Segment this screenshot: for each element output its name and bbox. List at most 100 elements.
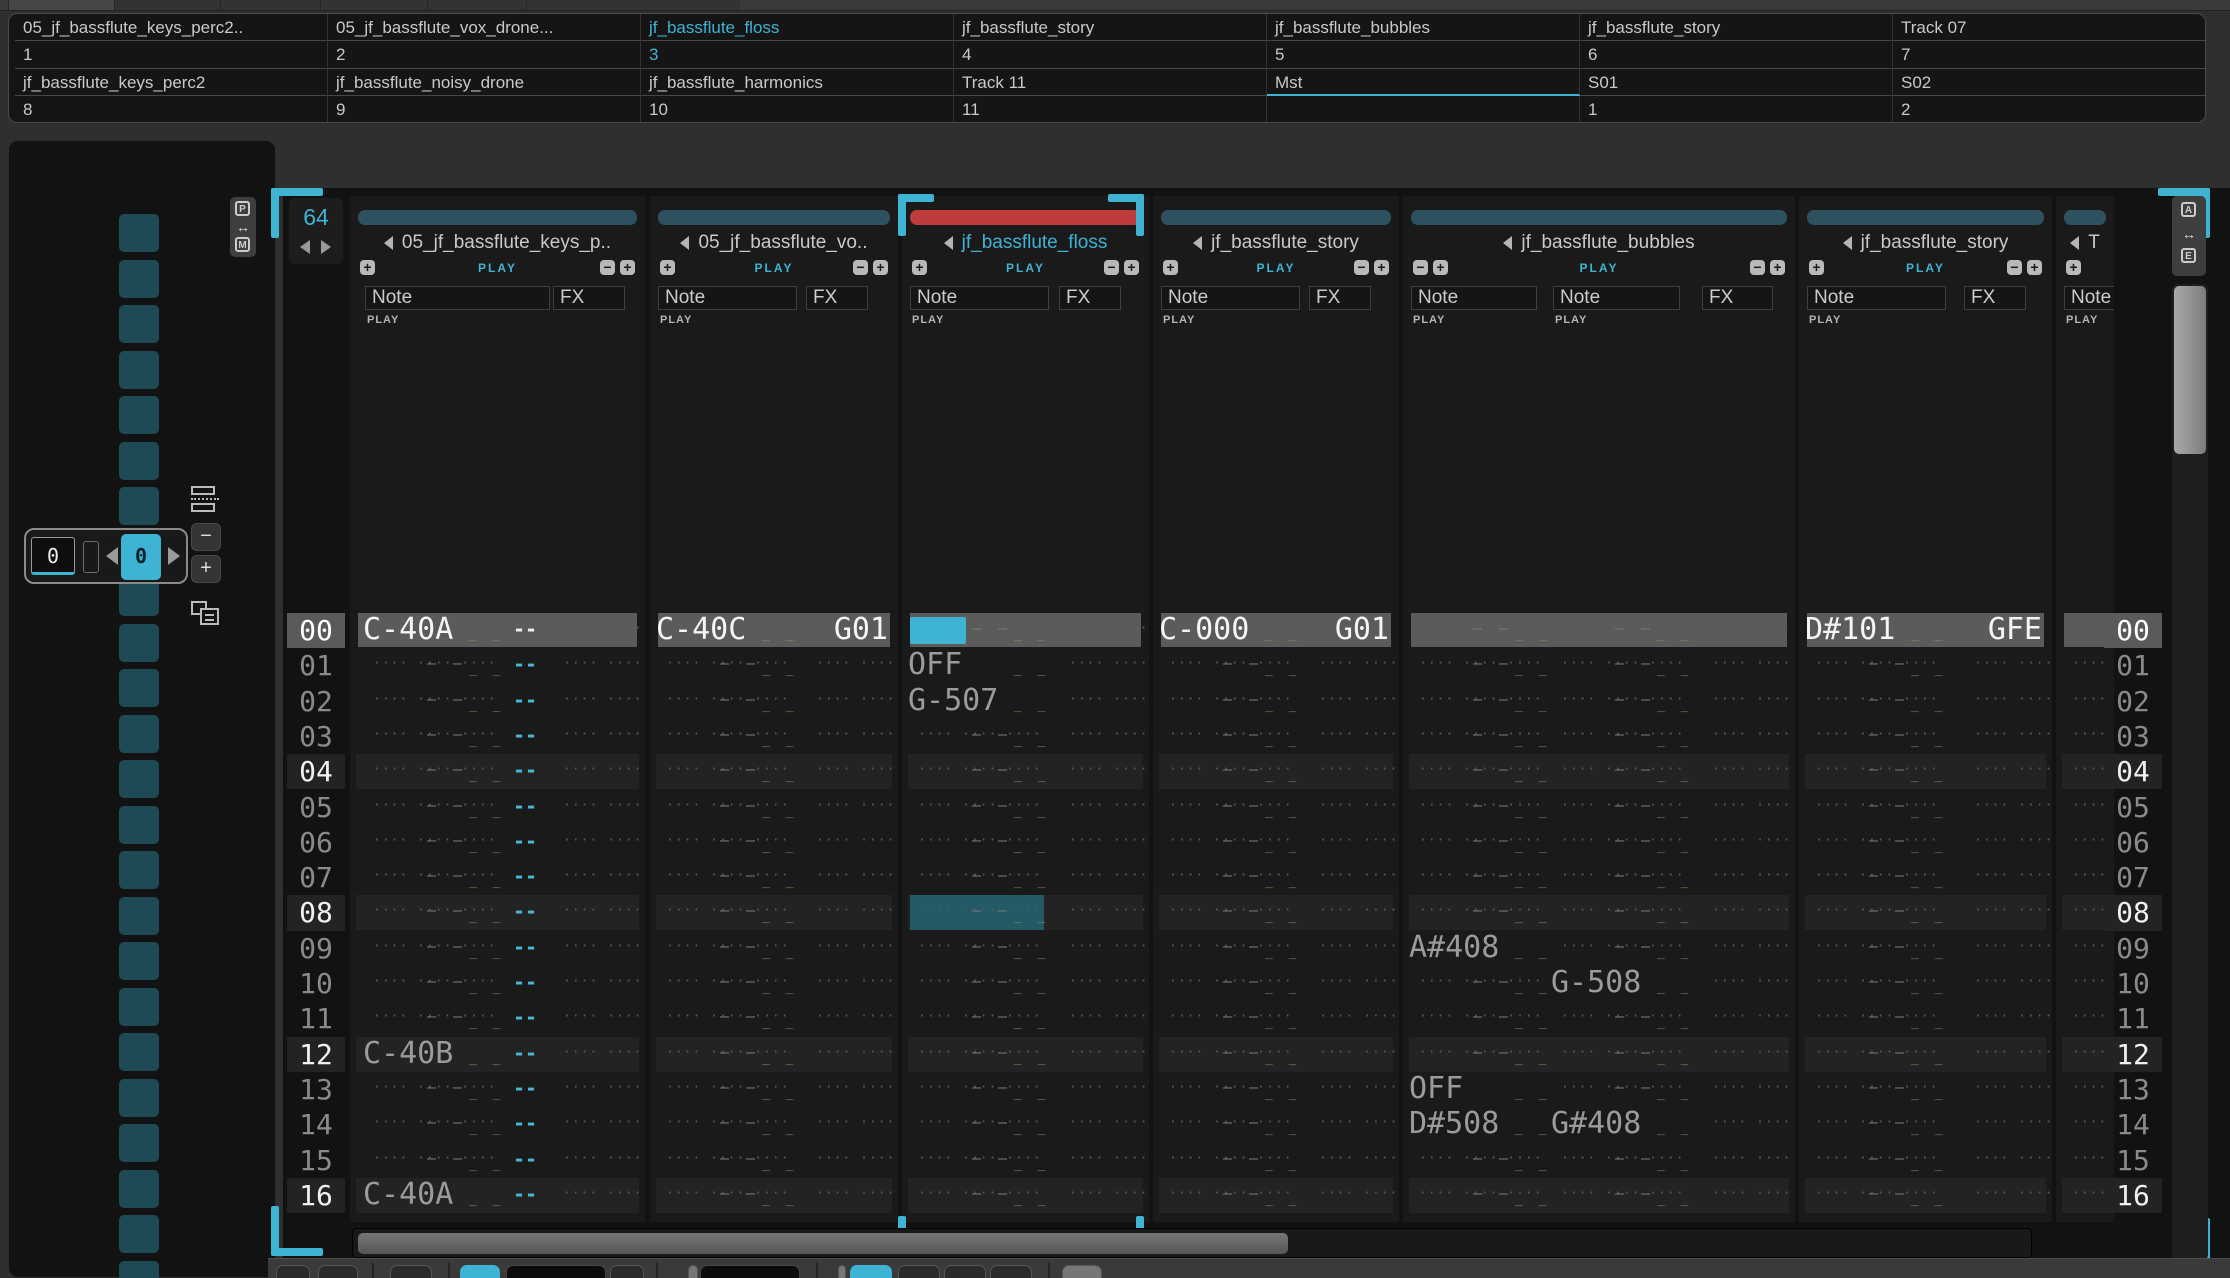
top-tab[interactable] <box>220 0 320 10</box>
remove-row-button[interactable]: − <box>191 523 221 551</box>
pattern-cell[interactable]: 1 <box>1580 96 1893 123</box>
toolbar-button[interactable] <box>276 1265 310 1278</box>
matrix-cell[interactable] <box>119 1033 159 1071</box>
matrix-cell[interactable] <box>119 351 159 389</box>
matrix-cell[interactable] <box>119 760 159 798</box>
pattern-cell[interactable]: jf_bassflute_bubbles <box>1267 14 1580 41</box>
track-color-bar[interactable] <box>1411 210 1787 225</box>
pattern-cell[interactable]: jf_bassflute_noisy_drone <box>328 69 641 96</box>
track-color-bar[interactable] <box>1807 210 2044 225</box>
pattern-cell[interactable]: 4 <box>954 41 1267 68</box>
top-tab[interactable] <box>427 0 526 10</box>
current-sequence-cell[interactable]: 0 <box>121 534 161 580</box>
range-box[interactable] <box>83 541 99 573</box>
row-number-left[interactable]: 06 <box>287 825 345 860</box>
top-tab[interactable] <box>320 0 427 10</box>
matrix-cell[interactable] <box>119 851 159 889</box>
row-number-right[interactable]: 16 <box>2104 1178 2162 1213</box>
loop-start-input[interactable]: 0 <box>31 537 75 575</box>
horizontal-scrollbar[interactable] <box>352 1228 2032 1258</box>
toolbar-button[interactable] <box>318 1265 358 1278</box>
pattern-cell[interactable]: 1 <box>15 41 328 68</box>
pattern-matrix-link-toggle[interactable]: P↔M <box>230 197 256 257</box>
track-color-bar[interactable] <box>910 210 1141 225</box>
matrix-cell[interactable] <box>119 1261 159 1278</box>
step-back-button[interactable] <box>106 547 118 565</box>
next-pattern-button[interactable] <box>321 240 331 254</box>
top-tab[interactable] <box>114 0 220 10</box>
row-number-right[interactable]: 10 <box>2104 966 2162 1001</box>
add-column-button[interactable]: + <box>1770 260 1785 275</box>
pattern-cell[interactable]: Mst <box>1267 69 1580 96</box>
row-number-left[interactable]: 01 <box>287 648 345 683</box>
note-column-header[interactable]: Note <box>365 286 550 310</box>
collapse-track-icon[interactable] <box>384 236 393 250</box>
editor-link-toggle[interactable]: A↔E <box>2172 196 2206 276</box>
toolbar-button[interactable] <box>610 1265 644 1278</box>
note-column-header[interactable]: Note <box>1807 286 1946 310</box>
row-number-right[interactable]: 08 <box>2104 895 2162 930</box>
remove-column-button[interactable]: − <box>1104 260 1119 275</box>
row-number-right[interactable]: 09 <box>2104 931 2162 966</box>
track-color-bar[interactable] <box>658 210 890 225</box>
matrix-cell[interactable] <box>119 988 159 1026</box>
add-row-button[interactable]: + <box>191 555 221 583</box>
matrix-cell[interactable] <box>119 214 159 252</box>
matrix-cell[interactable] <box>119 669 159 707</box>
pattern-cell[interactable]: Track 07 <box>1893 14 2206 41</box>
track-play-button[interactable]: PLAY <box>1403 261 1795 276</box>
remove-column-button[interactable]: − <box>1354 260 1369 275</box>
remove-column-button[interactable]: − <box>2007 260 2022 275</box>
add-column-button[interactable]: + <box>2027 260 2042 275</box>
collapse-track-icon[interactable] <box>2070 236 2079 250</box>
pattern-cell[interactable]: 8 <box>15 96 328 123</box>
note-column-header[interactable]: Note <box>1411 286 1537 310</box>
collapse-track-icon[interactable] <box>944 236 953 250</box>
fx-column-header[interactable]: FX <box>1309 286 1371 310</box>
toolbar-button[interactable] <box>850 1265 892 1278</box>
matrix-cell[interactable] <box>119 897 159 935</box>
matrix-cell[interactable] <box>119 1170 159 1208</box>
row-number-left[interactable]: 15 <box>287 1143 345 1178</box>
matrix-cell[interactable] <box>119 442 159 480</box>
matrix-cell[interactable] <box>119 396 159 434</box>
matrix-cell[interactable] <box>119 715 159 753</box>
matrix-cell[interactable] <box>119 942 159 980</box>
row-number-right[interactable]: 06 <box>2104 825 2162 860</box>
pattern-cell[interactable]: jf_bassflute_story <box>954 14 1267 41</box>
toolbar-button[interactable] <box>688 1265 698 1278</box>
pattern-cell[interactable]: Track 11 <box>954 69 1267 96</box>
matrix-cell[interactable] <box>119 260 159 298</box>
matrix-cell[interactable] <box>119 1215 159 1253</box>
add-column-button[interactable]: + <box>620 260 635 275</box>
row-number-right[interactable]: 14 <box>2104 1107 2162 1142</box>
split-rows-icon[interactable] <box>191 486 219 514</box>
toolbar-button[interactable] <box>390 1265 432 1278</box>
horizontal-scrollbar-thumb[interactable] <box>358 1233 1288 1254</box>
collapse-track-icon[interactable] <box>680 236 689 250</box>
step-forward-button[interactable] <box>168 547 180 565</box>
matrix-cell[interactable] <box>119 624 159 662</box>
toolbar-button[interactable] <box>700 1265 800 1278</box>
top-tab[interactable] <box>526 0 740 10</box>
note-column-header[interactable]: Note <box>2064 286 2114 310</box>
track-color-bar[interactable] <box>1161 210 1391 225</box>
toolbar-button[interactable] <box>838 1265 846 1278</box>
row-number-right[interactable]: 11 <box>2104 1001 2162 1036</box>
matrix-cell[interactable] <box>119 487 159 525</box>
pattern-cell[interactable]: 2 <box>1893 96 2206 123</box>
pattern-cell[interactable]: jf_bassflute_floss <box>641 14 954 41</box>
pattern-cell[interactable]: jf_bassflute_story <box>1580 14 1893 41</box>
edit-cursor[interactable] <box>910 617 966 644</box>
fx-column-header[interactable]: FX <box>1964 286 2026 310</box>
remove-column-button[interactable]: − <box>1750 260 1765 275</box>
collapse-track-icon[interactable] <box>1843 236 1852 250</box>
collapse-track-icon[interactable] <box>1503 236 1512 250</box>
row-number-right[interactable]: 13 <box>2104 1072 2162 1107</box>
track-name[interactable]: 05_jf_bassflute_keys_p.. <box>350 232 645 254</box>
toolbar-button[interactable] <box>460 1265 500 1278</box>
row-number-left[interactable]: 14 <box>287 1107 345 1142</box>
matrix-cell[interactable] <box>119 1124 159 1162</box>
row-number-right[interactable]: 12 <box>2104 1037 2162 1072</box>
pattern-cell[interactable]: 05_jf_bassflute_vox_drone... <box>328 14 641 41</box>
